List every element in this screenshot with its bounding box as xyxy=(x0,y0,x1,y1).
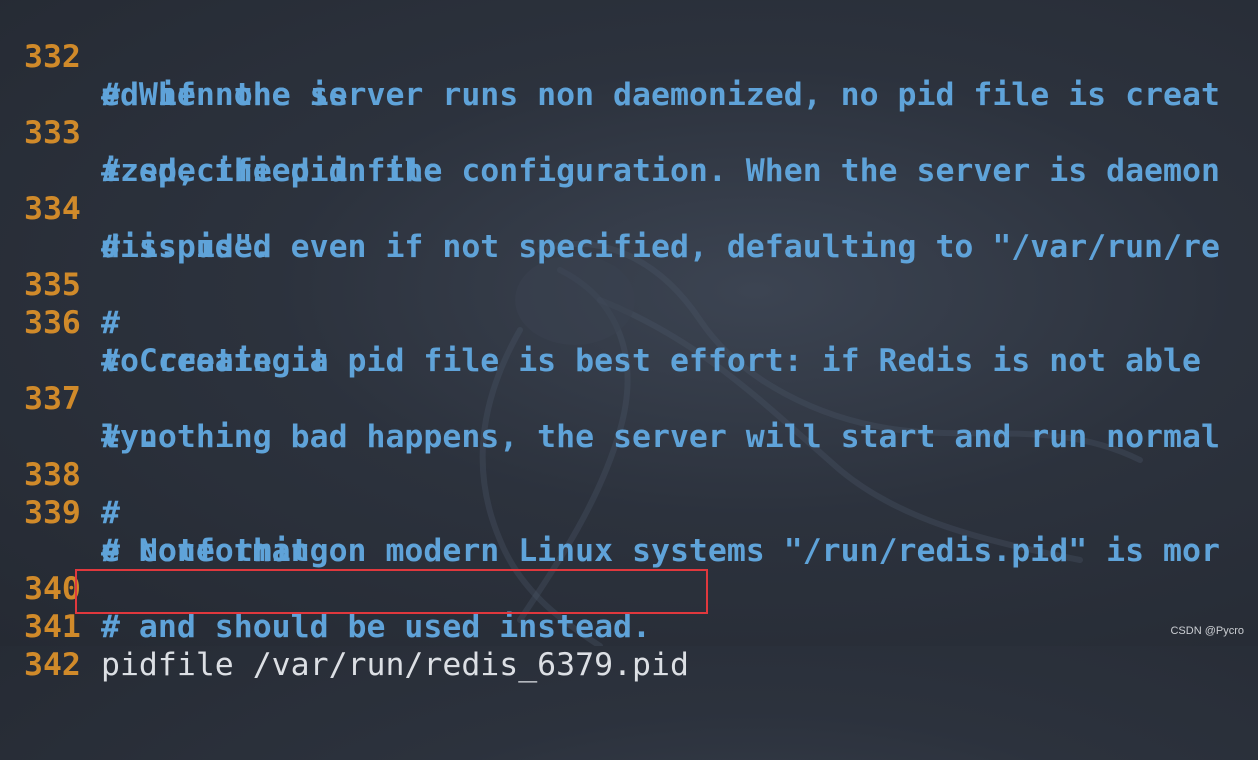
comment-text-continuation: to create it xyxy=(101,343,329,379)
comment-text: # nothing bad happens, the server will s… xyxy=(101,419,1220,455)
watermark: CSDN @Pycro xyxy=(1170,625,1244,637)
code-line-pidfile: 341 pidfile /var/run/redis_6379.pid xyxy=(0,570,689,683)
line-number: 342 xyxy=(24,647,81,683)
comment-text-continuation: ly. xyxy=(101,419,158,455)
code-line-wrap: e conforming xyxy=(0,494,329,569)
code-line: 333 # specified in the configuration. Wh… xyxy=(0,76,1220,189)
pidfile-directive: pidfile /var/run/redis_6379.pid xyxy=(101,647,689,683)
code-line-wrap: ly. xyxy=(0,380,158,455)
code-line: 336 # Creating a pid file is best effort… xyxy=(0,266,1201,379)
comment-text: # xyxy=(101,305,120,341)
code-line-wrap: ized, the pid file xyxy=(0,114,442,189)
code-line: 340 # and should be used instead. xyxy=(0,532,651,645)
comment-text-continuation: ed if none is xyxy=(101,77,348,113)
code-line: 335 # xyxy=(0,228,120,341)
code-line-wrap: dis.pid". xyxy=(0,190,272,265)
red-highlight-box xyxy=(75,569,708,614)
comment-text: # xyxy=(101,495,120,531)
code-line: 332 # When the server runs non daemonize… xyxy=(0,0,1220,113)
code-line: 337 # nothing bad happens, the server wi… xyxy=(0,342,1220,455)
comment-text-continuation: ized, the pid file xyxy=(101,153,443,189)
code-line: 334 # is used even if not specified, def… xyxy=(0,152,1220,265)
code-line: 338 # xyxy=(0,418,120,531)
code-line: 339 # Note that on modern Linux systems … xyxy=(0,456,1220,569)
code-line-wrap: to create it xyxy=(0,304,329,379)
code-line-wrap: ed if none is xyxy=(0,38,348,113)
comment-text-continuation: e conforming xyxy=(101,533,329,569)
code-editor[interactable]: 332 # When the server runs non daemonize… xyxy=(0,0,1258,683)
code-line: 342 xyxy=(0,608,81,683)
comment-text-continuation: dis.pid". xyxy=(101,229,272,265)
